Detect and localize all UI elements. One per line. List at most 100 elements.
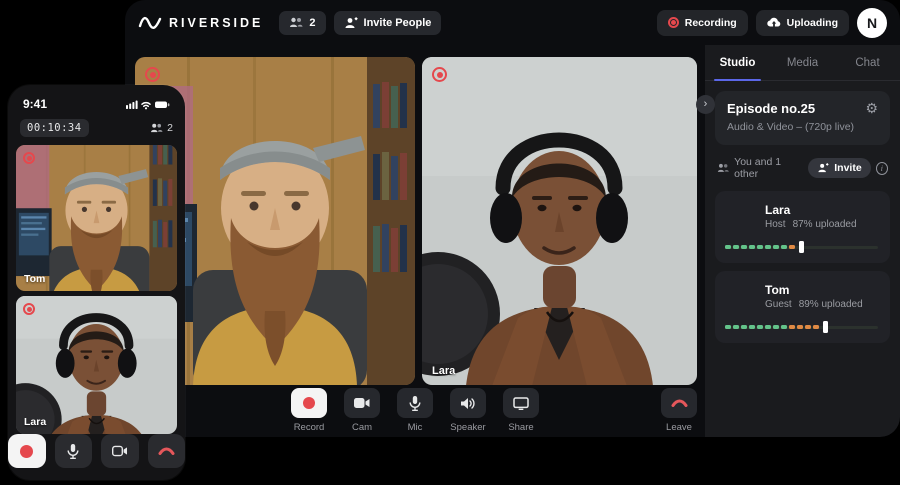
record-button[interactable]: [291, 388, 327, 418]
mic-icon: [409, 396, 421, 411]
participant-name: Lara: [765, 203, 857, 217]
lara-avatar-illustration: [725, 200, 757, 232]
avatar: [725, 200, 757, 232]
session-timer: 00:10:34: [20, 119, 89, 137]
phone-cam-button[interactable]: [101, 434, 139, 468]
gear-icon[interactable]: ⚙: [865, 101, 878, 115]
episode-subtitle: Audio & Video – (720p live): [727, 121, 878, 133]
chevron-right-icon: ›: [704, 99, 708, 110]
mic-control: Mic: [395, 388, 435, 433]
share-control: Share: [501, 388, 541, 433]
speaker-label: Speaker: [450, 422, 485, 433]
riverside-logo: RIVERSIDE: [138, 14, 263, 32]
phone-status-bar: 9:41: [8, 85, 185, 111]
phone-hangup-button[interactable]: [148, 434, 186, 468]
people-icon: [289, 17, 303, 28]
tom-avatar-illustration: [725, 280, 757, 312]
phone-record-button[interactable]: [8, 434, 46, 468]
progress-segments: [725, 241, 804, 253]
participant-card-tom: Tom Guest 89% uploaded: [715, 271, 890, 343]
phone-mic-button[interactable]: [55, 434, 93, 468]
leave-button[interactable]: [661, 388, 697, 418]
recording-indicator-icon: [23, 152, 35, 164]
share-button[interactable]: [503, 388, 539, 418]
hangup-icon: [158, 447, 175, 455]
tom-video-illustration: [16, 145, 177, 291]
studio-sidebar: Studio Media Chat › Episode no.25 ⚙ Audi…: [705, 45, 900, 437]
speaker-button[interactable]: [450, 388, 486, 418]
upload-progress-bar: [725, 241, 880, 253]
mic-button[interactable]: [397, 388, 433, 418]
episode-card: Episode no.25 ⚙ Audio & Video – (720p li…: [715, 91, 890, 145]
cloud-upload-icon: [767, 17, 781, 28]
presence-row: You and 1 other Invite i: [717, 156, 888, 180]
phone-tile-lara: Lara: [16, 296, 177, 434]
recording-status-badge[interactable]: Recording: [657, 10, 748, 36]
uploading-label: Uploading: [787, 17, 838, 29]
call-controls: Record Cam: [125, 388, 705, 433]
hangup-icon: [671, 399, 688, 407]
info-icon[interactable]: i: [876, 162, 888, 175]
participant-count: 2: [309, 17, 315, 29]
sidebar-collapse-button[interactable]: ›: [696, 95, 715, 114]
people-icon: [717, 163, 729, 173]
count-value: 2: [167, 122, 173, 134]
recording-icon: [668, 17, 679, 28]
account-initial: N: [867, 15, 877, 31]
people-icon: [150, 123, 163, 133]
leave-label: Leave: [666, 422, 692, 433]
sidebar-tabs: Studio Media Chat: [705, 45, 900, 81]
account-avatar[interactable]: N: [857, 8, 887, 38]
share-screen-icon: [513, 397, 529, 410]
video-stage: Tom Lara Record: [125, 45, 705, 437]
recording-label: Recording: [685, 17, 737, 29]
person-plus-icon: [344, 17, 358, 29]
speaker-icon: [461, 397, 476, 410]
participant-count-button[interactable]: 2: [279, 11, 325, 35]
phone-tile-tom: Tom: [16, 145, 177, 291]
mobile-app-window: 9:41 00:10:34 2: [8, 85, 185, 480]
uploading-status-badge[interactable]: Uploading: [756, 10, 849, 36]
top-bar: RIVERSIDE 2 Invite People: [125, 0, 900, 45]
upload-status: 89% uploaded: [799, 299, 863, 310]
avatar: [725, 280, 757, 312]
upload-status: 87% uploaded: [793, 219, 857, 230]
screen: RIVERSIDE 2 Invite People: [0, 0, 900, 485]
status-icons: [126, 99, 170, 110]
record-control: Record: [289, 388, 329, 433]
speaker-control: Speaker: [448, 388, 488, 433]
record-dot-icon: [20, 445, 33, 458]
recording-indicator-icon: [23, 303, 35, 315]
invite-people-label: Invite People: [364, 17, 432, 29]
record-label: Record: [294, 422, 325, 433]
lara-video-illustration: [422, 57, 697, 385]
mic-icon: [67, 444, 79, 459]
lara-video-illustration: [16, 296, 177, 434]
presence-label: You and 1 other: [734, 156, 803, 180]
phone-participant-count[interactable]: 2: [150, 122, 173, 134]
cam-button[interactable]: [344, 388, 380, 418]
status-time: 9:41: [23, 97, 47, 111]
tile-name-label: Lara: [24, 416, 46, 428]
phone-session-row: 00:10:34 2: [8, 111, 185, 145]
invite-button[interactable]: Invite: [808, 158, 870, 178]
progress-handle: [799, 241, 804, 253]
tile-name-label: Lara: [432, 365, 455, 377]
cam-control: Cam: [342, 388, 382, 433]
episode-title: Episode no.25: [727, 101, 815, 116]
waveform-icon: [138, 14, 162, 32]
desktop-app-window: RIVERSIDE 2 Invite People: [125, 0, 900, 437]
participant-role: Guest: [765, 299, 792, 310]
tab-media[interactable]: Media: [770, 45, 835, 80]
camera-icon: [354, 397, 370, 409]
progress-segments: [725, 321, 828, 333]
tab-chat[interactable]: Chat: [835, 45, 900, 80]
tab-studio[interactable]: Studio: [705, 45, 770, 80]
mic-label: Mic: [408, 422, 423, 433]
recording-indicator-icon: [432, 67, 447, 82]
sidebar-content: Episode no.25 ⚙ Audio & Video – (720p li…: [705, 81, 900, 361]
phone-call-controls: [8, 434, 185, 468]
invite-people-button[interactable]: Invite People: [334, 11, 442, 35]
video-tile-lara: Lara: [422, 57, 697, 385]
progress-handle: [823, 321, 828, 333]
